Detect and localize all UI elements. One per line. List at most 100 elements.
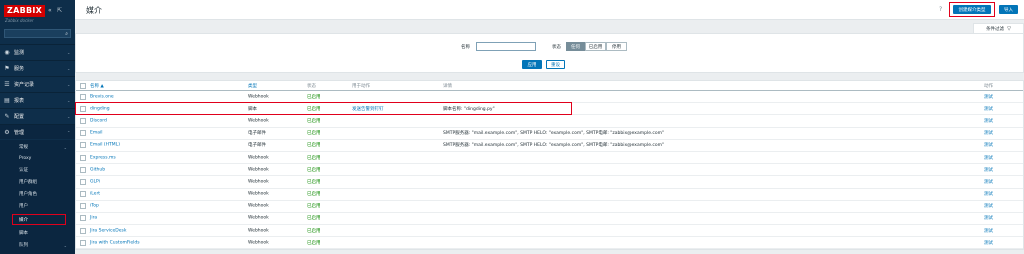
row-checkbox[interactable] xyxy=(80,142,86,149)
media-type-status-link[interactable]: 已启用 xyxy=(307,155,321,161)
test-link[interactable]: 测试 xyxy=(984,179,993,185)
media-type-name-link[interactable]: iTop xyxy=(90,204,99,209)
menu-item-services[interactable]: ⚑ 服务 ⌄ xyxy=(0,60,75,75)
media-type-name-link[interactable]: Jira ServiceDesk xyxy=(90,228,126,233)
submenu-item-queue[interactable]: 队列 ⌄ xyxy=(0,240,75,250)
sidebar-search-input[interactable]: ⌕ xyxy=(4,29,71,38)
test-link[interactable]: 测试 xyxy=(984,240,993,246)
menu-item-configuration[interactable]: ✎ 配置 ⌄ xyxy=(0,108,75,123)
media-type-type: Webhook xyxy=(248,203,269,209)
menu-item-inventory[interactable]: ☰ 资产记录 ⌄ xyxy=(0,76,75,91)
menu-item-reports[interactable]: ▤ 报表 ⌄ xyxy=(0,92,75,107)
status-any-option[interactable]: 任何 xyxy=(566,42,585,51)
submenu-item-proxy[interactable]: Proxy xyxy=(0,153,75,163)
eye-icon: ◉ xyxy=(4,48,10,56)
submenu-item-users[interactable]: 用户 xyxy=(0,201,75,211)
test-link[interactable]: 测试 xyxy=(984,106,993,112)
media-highlight-box xyxy=(12,214,66,225)
media-type-name-link[interactable]: Jira with CustomFields xyxy=(90,240,140,245)
row-checkbox[interactable] xyxy=(80,239,86,246)
test-link[interactable]: 测试 xyxy=(984,142,993,148)
table-row: Email 电子邮件 已启用 SMTP服务器: "mail.example.com",… xyxy=(76,128,1023,140)
media-type-name-link[interactable]: Github xyxy=(90,167,105,172)
kiosk-mode-icon[interactable]: ⇱ xyxy=(57,7,62,14)
filter-tab[interactable]: 条件过滤 ▽ xyxy=(973,23,1024,33)
test-link[interactable]: 测试 xyxy=(984,130,993,136)
media-type-status-link[interactable]: 已启用 xyxy=(307,228,321,234)
media-type-name-link[interactable]: Discord xyxy=(90,118,107,123)
table-row: Express.ms Webhook 已启用 测试 xyxy=(76,152,1023,165)
media-type-status-link[interactable]: 已启用 xyxy=(307,118,321,124)
filter-name-input[interactable] xyxy=(476,42,536,51)
test-link[interactable]: 测试 xyxy=(984,215,993,221)
submenu-item-authentication[interactable]: 认证 xyxy=(0,165,75,175)
media-type-name-link[interactable]: Email xyxy=(90,131,103,136)
row-checkbox[interactable] xyxy=(80,117,86,124)
menu-item-monitoring[interactable]: ◉ 监测 ⌄ xyxy=(0,44,75,59)
row-checkbox[interactable] xyxy=(80,166,86,173)
test-link[interactable]: 测试 xyxy=(984,167,993,173)
column-header-type[interactable]: 类型 xyxy=(248,83,257,89)
media-type-name-link[interactable]: Jira xyxy=(90,216,97,221)
chevron-down-icon: ⌄ xyxy=(67,65,71,71)
row-checkbox[interactable] xyxy=(80,154,86,161)
test-link[interactable]: 测试 xyxy=(984,94,993,100)
submenu-item-label: Proxy xyxy=(19,155,32,161)
media-type-type: 电子邮件 xyxy=(248,143,266,149)
submenu-item-scripts[interactable]: 脚本 xyxy=(0,228,75,238)
apply-button[interactable]: 应用 xyxy=(522,60,542,69)
row-checkbox[interactable] xyxy=(80,93,86,100)
media-type-name-link[interactable]: Brevis.one xyxy=(90,94,114,99)
media-type-status-link[interactable]: 已启用 xyxy=(307,179,321,185)
test-link[interactable]: 测试 xyxy=(984,191,993,197)
status-enabled-option[interactable]: 已启用 xyxy=(585,42,606,51)
media-type-status-link[interactable]: 已启用 xyxy=(307,191,321,197)
import-button[interactable]: 导入 xyxy=(999,5,1018,14)
collapse-sidebar-icon[interactable]: « xyxy=(48,7,52,14)
media-type-name-link[interactable]: Express.ms xyxy=(90,155,116,160)
media-type-type: Webhook xyxy=(248,155,269,161)
column-header-action: 动作 xyxy=(984,83,993,89)
menu-item-administration[interactable]: ⚙ 管理 ⌃ xyxy=(0,124,75,139)
reset-button[interactable]: 重设 xyxy=(546,60,565,69)
row-checkbox[interactable] xyxy=(80,130,86,137)
test-link[interactable]: 测试 xyxy=(984,228,993,234)
row-checkbox[interactable] xyxy=(80,227,86,234)
media-type-details: SMTP服务器: "mail.example.com", SMTP HELO: … xyxy=(443,143,665,149)
chevron-down-icon: ⌄ xyxy=(67,81,71,87)
media-type-status-link[interactable]: 已启用 xyxy=(307,142,321,148)
column-header-name[interactable]: 名称 ▲ xyxy=(90,83,104,89)
submenu-item-user-groups[interactable]: 用户群组 xyxy=(0,177,75,187)
table-row: iLert Webhook 已启用 测试 xyxy=(76,189,1023,201)
select-all-checkbox[interactable] xyxy=(80,82,86,89)
media-type-status-link[interactable]: 已启用 xyxy=(307,203,321,209)
row-checkbox[interactable] xyxy=(80,215,86,222)
test-link[interactable]: 测试 xyxy=(984,155,993,161)
media-type-status-link[interactable]: 已启用 xyxy=(307,240,321,246)
media-type-name-link[interactable]: Email (HTML) xyxy=(90,143,120,148)
media-type-type: Webhook xyxy=(248,215,269,221)
search-icon[interactable]: ⌕ xyxy=(65,31,68,37)
media-type-name-link[interactable]: iLert xyxy=(90,192,100,197)
status-disabled-option[interactable]: 停用 xyxy=(606,42,627,51)
media-type-details: SMTP服务器: "mail.example.com", SMTP HELO: … xyxy=(443,131,665,137)
menu-item-label: 管理 xyxy=(14,129,25,136)
media-type-name-link[interactable]: GLPi xyxy=(90,179,100,184)
media-type-status-link[interactable]: 已启用 xyxy=(307,130,321,136)
media-type-type: Webhook xyxy=(248,94,269,100)
media-type-status-link[interactable]: 已启用 xyxy=(307,94,321,100)
page-header: 媒介 ? 创建媒介类型 导入 xyxy=(75,0,1024,20)
row-checkbox[interactable] xyxy=(80,203,86,210)
media-type-status-link[interactable]: 已启用 xyxy=(307,215,321,221)
row-checkbox[interactable] xyxy=(80,178,86,185)
zabbix-logo[interactable]: ZABBIX xyxy=(4,5,46,17)
chevron-down-icon: ⌄ xyxy=(67,97,71,103)
test-link[interactable]: 测试 xyxy=(984,203,993,209)
chevron-down-icon: ⌄ xyxy=(63,242,67,248)
submenu-item-general[interactable]: 常规 ⌄ xyxy=(0,142,75,152)
media-type-status-link[interactable]: 已启用 xyxy=(307,167,321,173)
help-icon[interactable]: ? xyxy=(939,6,942,13)
test-link[interactable]: 测试 xyxy=(984,118,993,124)
submenu-item-user-roles[interactable]: 用户角色 xyxy=(0,189,75,199)
row-checkbox[interactable] xyxy=(80,191,86,198)
